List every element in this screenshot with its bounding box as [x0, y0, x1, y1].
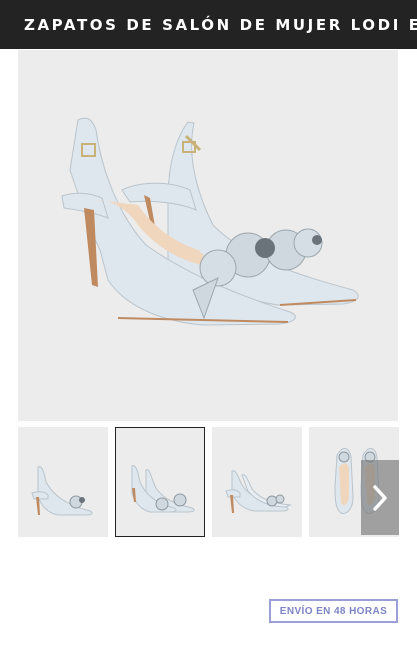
next-thumbnail-button[interactable] — [361, 460, 399, 535]
thumbnail-3-image — [225, 470, 292, 513]
thumbnail-2-image — [131, 465, 195, 513]
thumbnail-1-image — [31, 466, 93, 516]
product-title: ZAPATOS DE SALÓN DE MUJER LODI E... — [24, 15, 417, 34]
thumbnail-3[interactable] — [212, 427, 302, 537]
main-product-image[interactable] — [18, 50, 398, 421]
thumbnail-2[interactable] — [115, 427, 205, 537]
shoe-pair-illustration — [61, 117, 359, 326]
shipping-badge-label: ENVÍO EN 48 HORAS — [279, 605, 388, 617]
shipping-badge: ENVÍO EN 48 HORAS — [269, 599, 398, 623]
thumbnail-1[interactable] — [18, 427, 108, 537]
thumbnail-strip — [18, 427, 399, 537]
chevron-right-icon — [373, 484, 387, 511]
top-header-bar: ZAPATOS DE SALÓN DE MUJER LODI E... — [0, 0, 417, 49]
